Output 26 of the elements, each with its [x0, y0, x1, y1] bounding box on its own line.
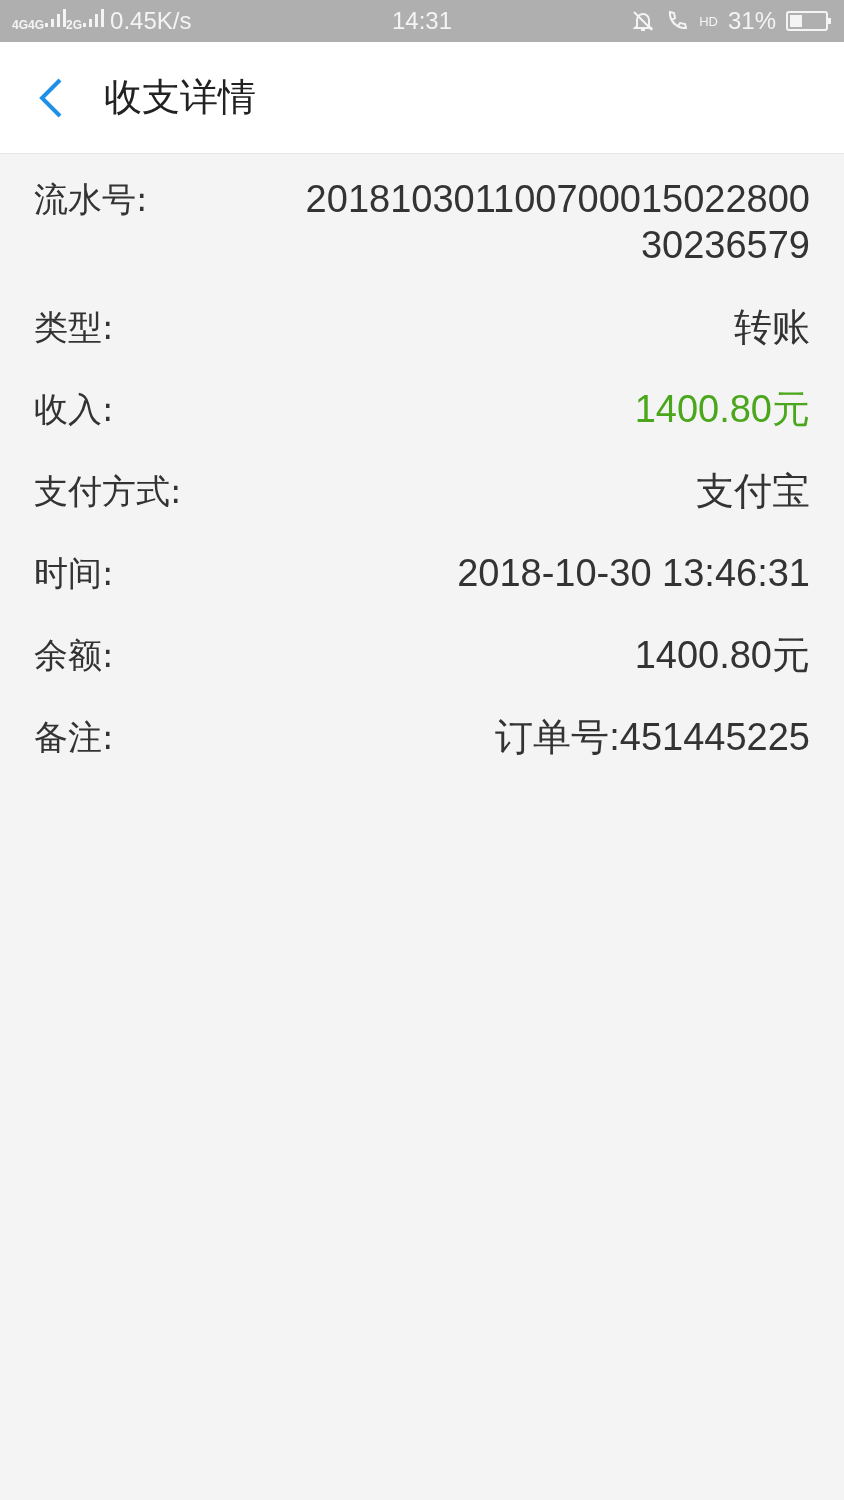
page-title: 收支详情	[104, 74, 256, 121]
field-label: 流水号:	[34, 178, 148, 221]
field-label: 支付方式:	[34, 470, 182, 513]
field-label: 备注:	[34, 716, 114, 759]
field-value: 支付宝	[696, 469, 810, 514]
field-label: 类型:	[34, 306, 114, 349]
bell-muted-icon	[631, 9, 656, 33]
network-type: 4G	[12, 18, 28, 32]
signal-icon	[82, 7, 105, 29]
hd-label: HD	[699, 13, 718, 29]
field-label: 余额:	[34, 634, 114, 677]
field-label: 收入:	[34, 388, 114, 431]
battery-percent: 31%	[727, 7, 776, 35]
network-type: 4G	[28, 18, 45, 32]
network-type: 2G	[66, 18, 83, 32]
field-value: 转账	[734, 305, 810, 350]
clock: 14:31	[391, 7, 453, 35]
field-value: 1400.80元	[634, 633, 810, 678]
network-speed: 0.45K/s	[110, 7, 192, 35]
signal-icon	[44, 7, 67, 29]
field-label: 时间:	[34, 552, 114, 595]
field-value: 1400.80元	[634, 387, 810, 432]
field-value: 订单号:451445225	[495, 715, 810, 760]
field-value: 20181030110070001502280030236579	[304, 177, 810, 268]
battery-icon	[786, 10, 832, 32]
field-value: 2018-10-30 13:46:31	[457, 551, 810, 596]
